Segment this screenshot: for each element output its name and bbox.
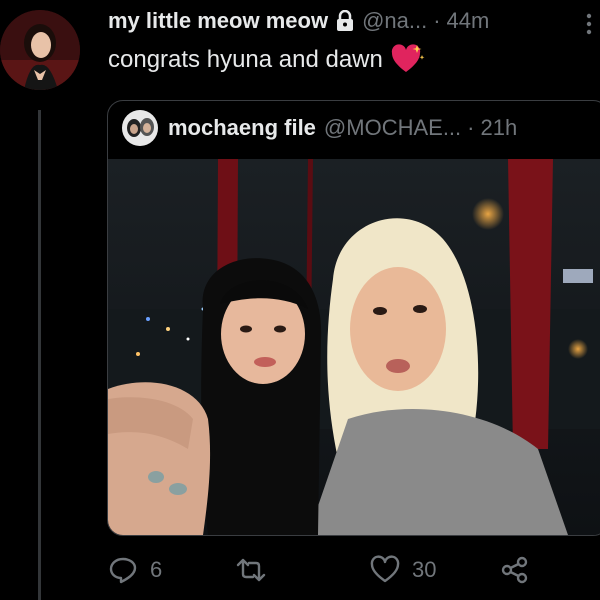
quote-avatar[interactable] [122, 110, 158, 146]
handle[interactable]: @na... [362, 8, 427, 34]
like-icon [370, 555, 400, 583]
tweet-text: congrats hyuna and dawn [108, 44, 425, 74]
quoted-photo[interactable] [108, 159, 600, 535]
share-icon [501, 556, 528, 584]
display-name[interactable]: my little meow meow [108, 8, 328, 34]
lock-icon [334, 9, 356, 32]
retweet-button[interactable] [236, 552, 278, 588]
quote-separator-dot: · [467, 115, 475, 140]
timestamp[interactable]: 44m [447, 8, 490, 34]
quote-header: mochaeng file @MOCHAE... · 21h [122, 110, 517, 146]
reply-button[interactable]: 6 [108, 552, 162, 588]
thread-line [38, 110, 41, 600]
tweet-header: my little meow meow @na... · 44m [108, 6, 588, 36]
like-count: 30 [412, 557, 437, 582]
avatar[interactable] [0, 10, 80, 90]
tweet-text-content: congrats hyuna and dawn [108, 46, 383, 73]
reply-count: 6 [150, 557, 163, 582]
sparkling-heart-emoji [391, 44, 425, 74]
reply-icon [109, 557, 137, 584]
more-icon[interactable] [583, 12, 595, 36]
quote-timestamp[interactable]: 21h [480, 115, 517, 141]
selfie-photo [108, 159, 600, 535]
quote-display-name[interactable]: mochaeng file [168, 115, 316, 141]
separator-dot: · [433, 8, 441, 33]
retweet-icon [236, 558, 266, 582]
like-button[interactable]: 30 [370, 552, 436, 588]
share-button[interactable] [500, 552, 542, 588]
action-bar: 6 30 [108, 552, 588, 588]
quote-handle[interactable]: @MOCHAE... [324, 115, 461, 141]
avatar-image [0, 10, 80, 90]
quoted-tweet[interactable]: mochaeng file @MOCHAE... · 21h [107, 100, 600, 536]
